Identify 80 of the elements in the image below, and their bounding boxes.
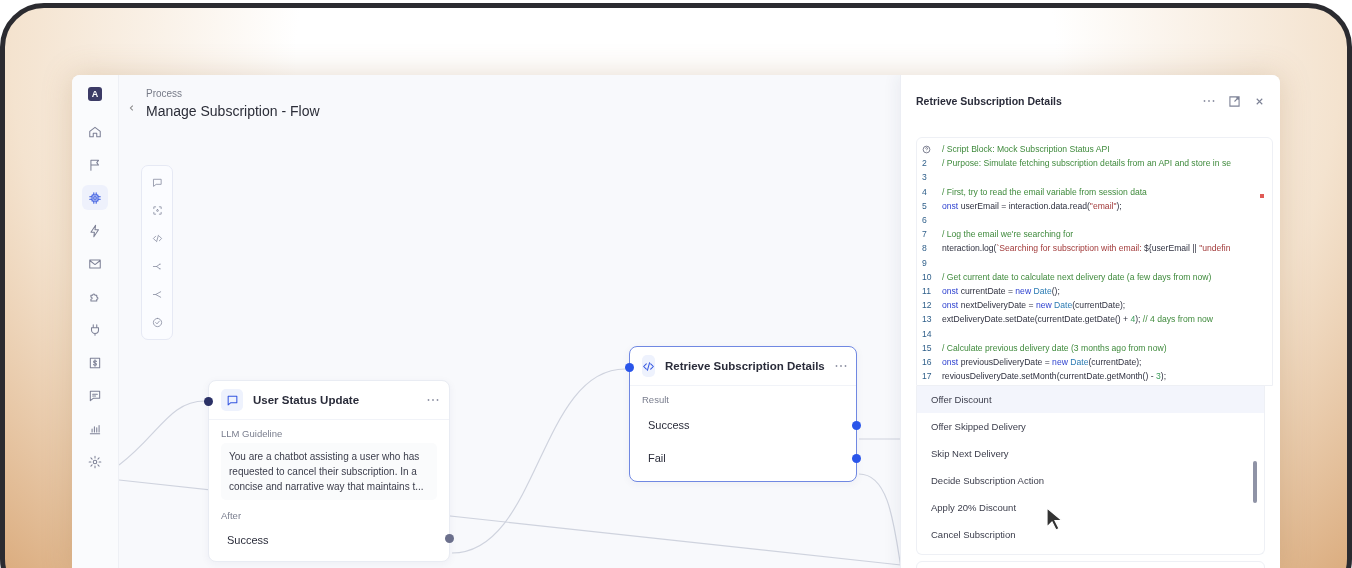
code-line: nteraction.log(`Searching for subscription with email: ${userEmail || "undefin [942,243,1231,254]
code-line: reviousDeliveryDate.setMonth(currentDate.getMonth() - 3); [942,371,1166,382]
output-port[interactable] [852,421,861,430]
line-number: 5 [922,200,927,211]
node-title: Retrieve Subscription Details [665,360,825,372]
settings-icon [88,454,102,469]
line-number: 15 [922,342,932,353]
line-number: 3 [922,172,927,183]
option-item[interactable]: Apply 20% Discount [917,494,1264,522]
flag-icon [88,157,102,172]
option-item[interactable]: Skip Next Delivery [917,440,1264,468]
line-number: 6 [922,215,927,226]
input-port[interactable] [625,363,634,372]
code-line: / First, try to read the email variable from session data [942,186,1147,197]
scrollbar-thumb[interactable] [1253,461,1257,504]
line-number: 10 [922,271,932,282]
option-item[interactable]: Cancel Subscription [917,521,1264,549]
chat-icon [88,388,102,403]
code-line: / Script Block: Mock Subscription Status API [942,144,1110,155]
input-port[interactable] [204,397,213,406]
code-icon [642,355,655,377]
scan-icon [151,205,163,216]
help-icon[interactable] [922,144,931,154]
back-chevron-icon[interactable] [128,104,136,112]
merge-icon [151,289,163,300]
code-line: onst currentDate = new Date(); [942,285,1060,296]
line-number: 8 [922,243,927,254]
code-line: / Purpose: Simulate fetching subscription details from an API and store in se [942,158,1231,169]
chip-nav-button[interactable] [82,185,108,210]
more-icon[interactable] [1203,99,1215,103]
output-label: Success [648,419,690,431]
cursor-icon [1046,507,1062,531]
node-title: User Status Update [253,394,361,406]
code-line: onst userEmail = interaction.data.read("email"); [942,200,1122,211]
flow-title: Manage Subscription - Flow [146,103,320,119]
code-line: extDeliveryDate.setDate(currentDate.getDate() + 4); // 4 days from now [942,314,1214,325]
option-item[interactable]: Offer Skipped Delivery [917,413,1264,441]
panel-title: Retrieve Subscription Details [916,95,1063,107]
output-label: Fail [648,452,666,464]
code-icon [151,233,163,244]
line-number: 2 [922,158,927,169]
code-line: onst previousDeliveryDate = new Date(currentDate); [942,356,1142,367]
code-line: onst nextDeliveryDate = new Date(currentDate); [942,300,1126,311]
section-label: Result [642,394,670,405]
option-item[interactable]: Decide Subscription Action [917,467,1264,495]
home-icon [88,124,102,139]
line-number: 11 [922,285,931,296]
chip-icon [88,190,102,205]
output-label: Success [227,534,269,546]
prompt-text[interactable]: You are a chatbot assisting a user who has requested to cancel their subscription. In a concise and narrative way that maintains t... [221,443,437,500]
check-icon [151,317,163,328]
code-line: / Get current date to calculate next delivery date (a few days from now) [942,271,1212,282]
plug-icon [88,322,102,337]
line-number: 14 [922,328,932,339]
section-label: LLM Guideline [221,428,284,439]
breadcrumb[interactable]: Process [146,88,320,99]
code-line: / Calculate previous delivery date (3 months ago from now) [942,342,1167,353]
line-number: 12 [922,300,932,311]
code-editor[interactable] [916,137,1273,387]
line-number: 17 [922,371,932,382]
code-line: / Log the email we're searching for [942,229,1074,240]
output-port[interactable] [445,534,454,543]
line-number: 13 [922,314,932,325]
chat-icon [221,389,243,411]
app-logo[interactable]: A [88,87,102,101]
branch-icon [151,261,163,272]
mail-icon [88,256,102,271]
dollar-icon [88,355,102,370]
line-number: 4 [922,186,927,197]
message-icon [151,177,163,188]
bolt-icon [88,223,102,238]
more-icon[interactable] [427,398,439,402]
section-label: After [221,510,243,521]
line-number: 16 [922,356,932,367]
expand-icon[interactable] [1229,95,1240,107]
line-number: 9 [922,257,927,268]
option-item[interactable]: Offer Discount [917,386,1264,414]
error-marker [1260,194,1264,198]
output-port[interactable] [852,454,861,463]
line-number: 7 [922,229,927,240]
